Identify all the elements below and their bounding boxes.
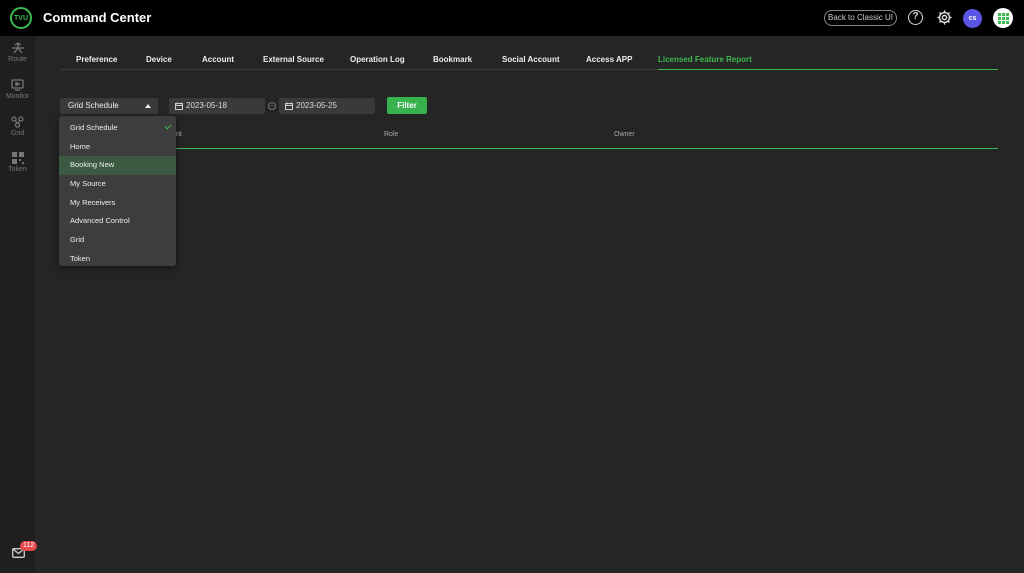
tab-social-account[interactable]: Social Account — [502, 55, 560, 64]
table-header-role: Role — [384, 131, 399, 138]
help-icon[interactable]: ? — [908, 10, 923, 25]
tab-device[interactable]: Device — [146, 55, 172, 64]
dropdown-option-grid-schedule[interactable]: Grid Schedule — [59, 119, 176, 138]
settings-tabs: Preference Device Account External Sourc… — [60, 52, 998, 70]
notification-badge: 112 — [20, 541, 38, 551]
dropdown-option-my-receivers[interactable]: My Receivers — [59, 194, 176, 213]
tab-bookmark[interactable]: Bookmark — [433, 55, 472, 64]
dropdown-option-grid[interactable]: Grid — [59, 231, 176, 250]
tab-access-app[interactable]: Access APP — [586, 55, 632, 64]
calendar-icon — [285, 102, 293, 110]
sidebar-item-token[interactable]: Token — [0, 152, 35, 173]
back-to-classic-button[interactable]: Back to Classic UI — [824, 10, 897, 26]
tab-external-source[interactable]: External Source — [263, 55, 324, 64]
monitor-icon — [11, 79, 24, 91]
top-bar: TVU Command Center Back to Classic UI ? … — [0, 0, 1024, 36]
end-date-input[interactable]: 2023-05-25 — [279, 98, 375, 114]
table-header-divider — [176, 148, 998, 149]
tvu-logo[interactable]: TVU — [10, 7, 32, 29]
dropdown-option-booking-new[interactable]: Booking New — [59, 156, 176, 176]
app-title: Command Center — [43, 10, 152, 25]
tab-licensed-feature-report[interactable]: Licensed Feature Report — [658, 55, 752, 64]
module-select[interactable]: Grid Schedule — [60, 98, 158, 114]
dropdown-option-token[interactable]: Token — [59, 250, 176, 269]
user-avatar[interactable]: cs — [963, 9, 982, 28]
dropdown-option-home[interactable]: Home — [59, 138, 176, 157]
tab-preference[interactable]: Preference — [76, 55, 117, 64]
tabs-divider — [658, 69, 998, 70]
route-icon — [11, 42, 24, 54]
table-header-owner: Owner — [614, 131, 635, 138]
start-date-input[interactable]: 2023-05-18 — [169, 98, 265, 114]
date-range-separator-icon: – — [268, 102, 276, 110]
gear-icon[interactable] — [936, 9, 953, 26]
tab-operation-log[interactable]: Operation Log — [350, 55, 405, 64]
dropdown-option-my-source[interactable]: My Source — [59, 175, 176, 194]
module-dropdown-menu: Grid Schedule Home Booking New My Source… — [59, 116, 176, 266]
calendar-icon — [175, 102, 183, 110]
sidebar-item-monitor[interactable]: Monitor — [0, 79, 35, 100]
sidebar-item-route[interactable]: Route — [0, 42, 35, 63]
dropdown-option-advanced-control[interactable]: Advanced Control — [59, 212, 176, 231]
sidebar-item-grid[interactable]: Grid — [0, 116, 35, 137]
check-icon — [164, 122, 172, 130]
sidebar: Route Monitor Grid Token — [0, 36, 35, 573]
token-icon — [11, 152, 24, 164]
module-select-value: Grid Schedule — [68, 101, 119, 110]
grid-icon — [11, 116, 24, 128]
table-header-account: nt — [176, 131, 182, 138]
caret-up-icon — [145, 104, 151, 108]
filter-button[interactable]: Filter — [387, 97, 427, 114]
apps-grid-icon[interactable] — [993, 8, 1013, 28]
tab-account[interactable]: Account — [202, 55, 234, 64]
